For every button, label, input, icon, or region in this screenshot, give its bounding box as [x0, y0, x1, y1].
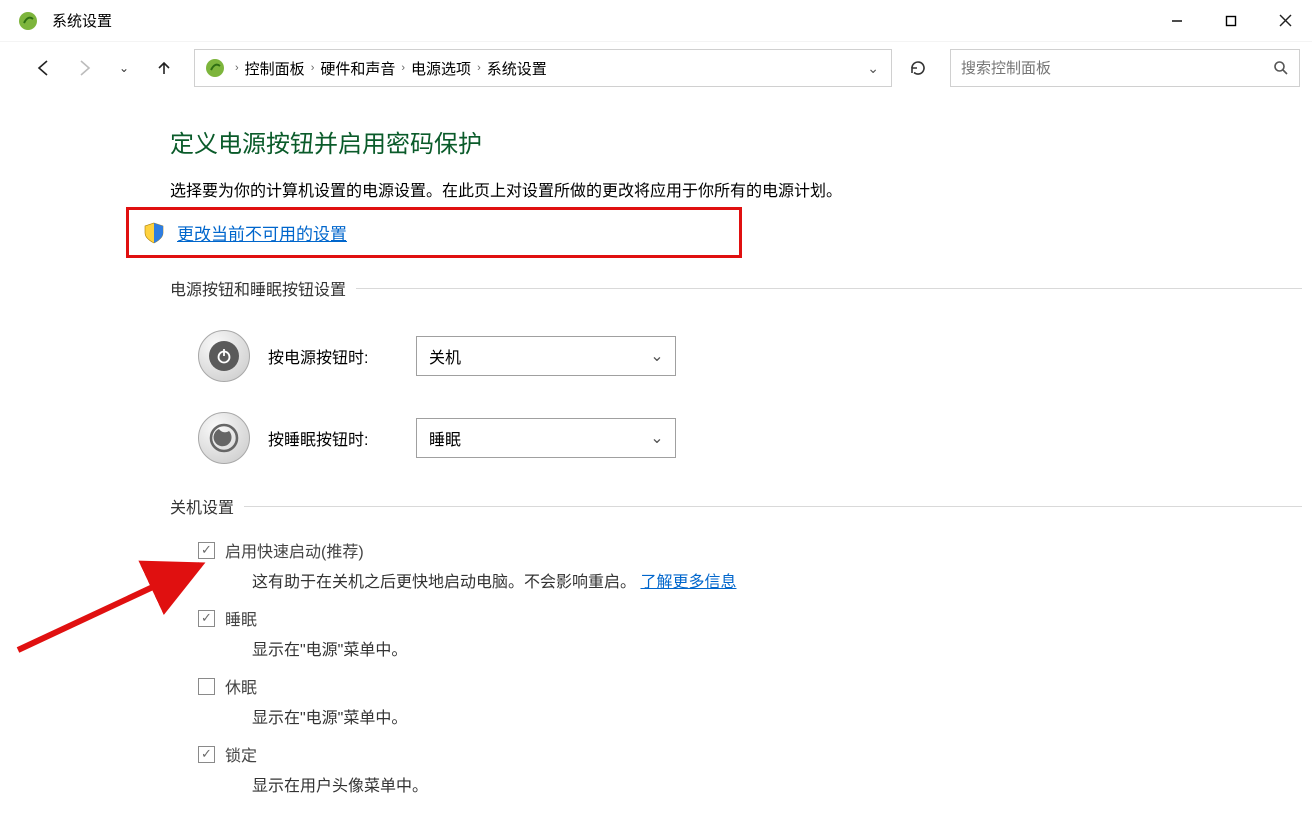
forward-button[interactable] [64, 48, 104, 88]
power-button-label: 按电源按钮时: [268, 344, 398, 368]
dropdown-value: 睡眠 [429, 426, 639, 450]
chevron-down-icon: ⌄ [639, 419, 675, 457]
checkbox-label: 睡眠 [225, 606, 257, 630]
shield-icon [143, 222, 165, 244]
search-input[interactable] [961, 60, 1273, 77]
history-dropdown[interactable]: ⌄ [104, 48, 144, 88]
lock-checkbox[interactable] [198, 746, 215, 763]
up-button[interactable] [144, 48, 184, 88]
sleep-icon [198, 412, 250, 464]
hibernate-option: 休眠 显示在"电源"菜单中。 [198, 674, 1262, 728]
breadcrumb-item[interactable]: 系统设置 [487, 58, 547, 79]
power-buttons-section-header: 电源按钮和睡眠按钮设置 [170, 276, 1262, 300]
breadcrumb[interactable]: › 控制面板 › 硬件和声音 › 电源选项 › 系统设置 ⌄ [194, 49, 892, 87]
search-box[interactable] [950, 49, 1300, 87]
breadcrumb-icon [205, 58, 225, 78]
breadcrumb-item[interactable]: 控制面板 [245, 58, 305, 79]
titlebar: 系统设置 [0, 0, 1312, 42]
sleep-button-label: 按睡眠按钮时: [268, 426, 398, 450]
change-settings-highlight: 更改当前不可用的设置 [126, 207, 742, 258]
close-button[interactable] [1258, 0, 1312, 42]
search-icon [1273, 60, 1289, 76]
chevron-right-icon: › [401, 62, 405, 74]
lock-option: 锁定 显示在用户头像菜单中。 [198, 742, 1262, 796]
minimize-button[interactable] [1150, 0, 1204, 42]
breadcrumb-item[interactable]: 电源选项 [411, 58, 471, 79]
power-button-dropdown[interactable]: 关机 ⌄ [416, 336, 676, 376]
sleep-button-row: 按睡眠按钮时: 睡眠 ⌄ [198, 412, 1262, 464]
power-icon [198, 330, 250, 382]
navbar: ⌄ › 控制面板 › 硬件和声音 › 电源选项 › 系统设置 ⌄ [0, 42, 1312, 94]
change-unavailable-settings-link[interactable]: 更改当前不可用的设置 [177, 220, 347, 245]
checkbox-label: 休眠 [225, 674, 257, 698]
checkbox-description: 显示在用户头像菜单中。 [252, 772, 1262, 796]
dropdown-value: 关机 [429, 344, 639, 368]
shutdown-section-header: 关机设置 [170, 494, 1262, 518]
maximize-button[interactable] [1204, 0, 1258, 42]
sleep-button-dropdown[interactable]: 睡眠 ⌄ [416, 418, 676, 458]
window-title: 系统设置 [52, 10, 112, 31]
checkbox-description: 显示在"电源"菜单中。 [252, 636, 1262, 660]
back-button[interactable] [24, 48, 64, 88]
chevron-right-icon: › [235, 62, 239, 74]
chevron-right-icon: › [477, 62, 481, 74]
breadcrumb-item[interactable]: 硬件和声音 [320, 58, 395, 79]
breadcrumb-dropdown[interactable]: ⌄ [861, 60, 885, 77]
checkbox-label: 锁定 [225, 742, 257, 766]
fast-startup-option: 启用快速启动(推荐) 这有助于在关机之后更快地启动电脑。不会影响重启。 了解更多… [198, 538, 1262, 592]
learn-more-link[interactable]: 了解更多信息 [640, 574, 736, 591]
sleep-option: 睡眠 显示在"电源"菜单中。 [198, 606, 1262, 660]
checkbox-description: 这有助于在关机之后更快地启动电脑。不会影响重启。 了解更多信息 [252, 568, 1262, 592]
hibernate-checkbox[interactable] [198, 678, 215, 695]
checkbox-label: 启用快速启动(推荐) [225, 538, 364, 562]
refresh-button[interactable] [898, 48, 938, 88]
chevron-right-icon: › [311, 62, 315, 74]
app-icon [18, 11, 38, 31]
page-heading: 定义电源按钮并启用密码保护 [170, 124, 1262, 159]
content-area: 定义电源按钮并启用密码保护 选择要为你的计算机设置的电源设置。在此页上对设置所做… [0, 94, 1312, 796]
sleep-checkbox[interactable] [198, 610, 215, 627]
chevron-down-icon: ⌄ [639, 337, 675, 375]
fast-startup-checkbox[interactable] [198, 542, 215, 559]
page-description: 选择要为你的计算机设置的电源设置。在此页上对设置所做的更改将应用于你所有的电源计… [170, 177, 1262, 201]
power-button-row: 按电源按钮时: 关机 ⌄ [198, 330, 1262, 382]
checkbox-description: 显示在"电源"菜单中。 [252, 704, 1262, 728]
